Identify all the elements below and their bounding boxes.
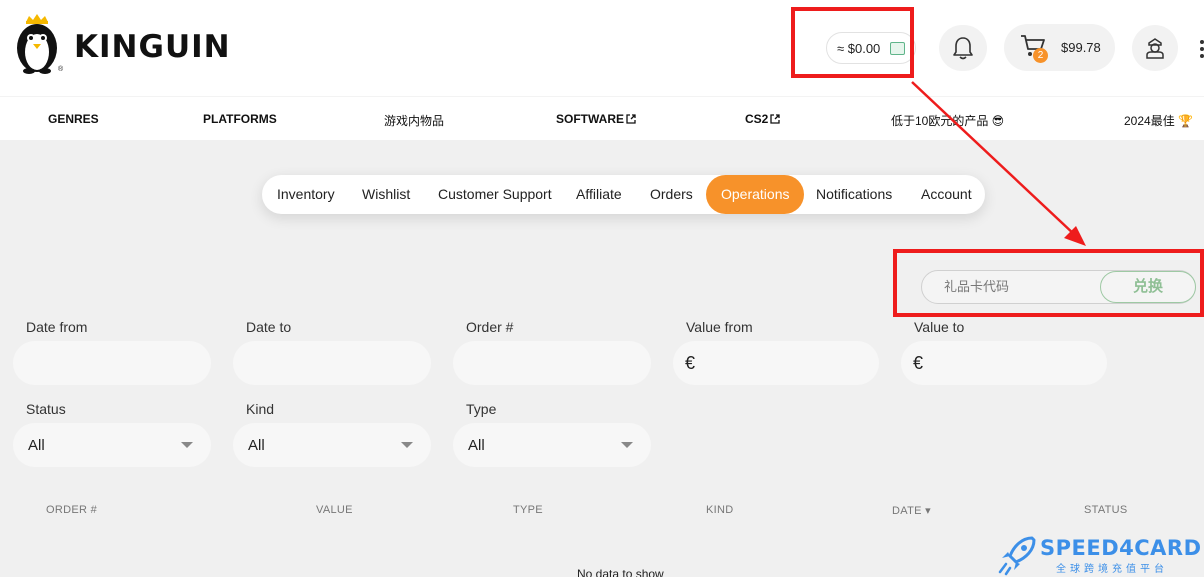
annotation-arrow (911, 81, 1086, 246)
rocket-icon (998, 536, 1036, 576)
speed4card-watermark: SPEED4CARD 全球跨境充值平台 (998, 532, 1204, 577)
watermark-name: SPEED4CARD (1040, 536, 1202, 560)
watermark-tagline: 全球跨境充值平台 (1056, 564, 1168, 575)
